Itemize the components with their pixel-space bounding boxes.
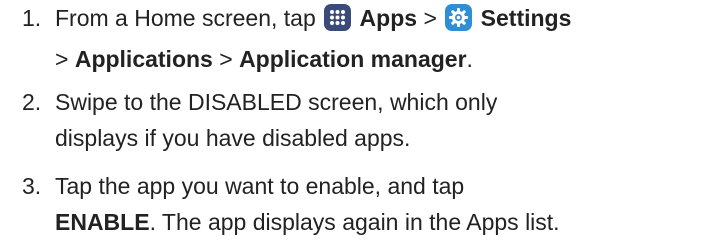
step-text: Tap the app you want to enable, and tap … — [55, 168, 692, 240]
step-number: 1. — [22, 5, 42, 31]
period: . — [466, 46, 473, 72]
settings-label: Settings — [480, 5, 572, 31]
separator: > — [423, 5, 437, 31]
apps-label: Apps — [359, 5, 418, 31]
step-number: 2. — [22, 89, 42, 115]
application-manager-label: Application manager — [239, 46, 467, 72]
instructions-document: 1. From a Home screen, tap Apps > Settin… — [0, 0, 701, 251]
step-text: From a Home screen, tap Apps > Settings … — [55, 0, 692, 77]
step-3-line-1: Tap the app you want to enable, and tap — [55, 173, 465, 199]
step-2-line-2: displays if you have disabled apps. — [55, 125, 411, 151]
step-1-intro: From a Home screen, tap — [55, 5, 316, 31]
gear-icon — [445, 4, 473, 41]
enable-label: ENABLE — [55, 209, 150, 235]
separator: > — [219, 46, 233, 72]
separator: > — [55, 46, 69, 72]
applications-label: Applications — [74, 46, 213, 72]
step-1: 1. From a Home screen, tap Apps > Settin… — [22, 0, 692, 77]
step-number: 3. — [22, 173, 42, 199]
step-3-line-2: . The app displays again in the Apps lis… — [149, 209, 560, 235]
step-text: Swipe to the DISABLED screen, which only… — [55, 84, 692, 156]
apps-grid-icon — [324, 4, 352, 41]
step-2-line-1: Swipe to the DISABLED screen, which only — [55, 89, 498, 115]
step-2: 2. Swipe to the DISABLED screen, which o… — [22, 84, 692, 156]
step-3: 3. Tap the app you want to enable, and t… — [22, 168, 692, 240]
